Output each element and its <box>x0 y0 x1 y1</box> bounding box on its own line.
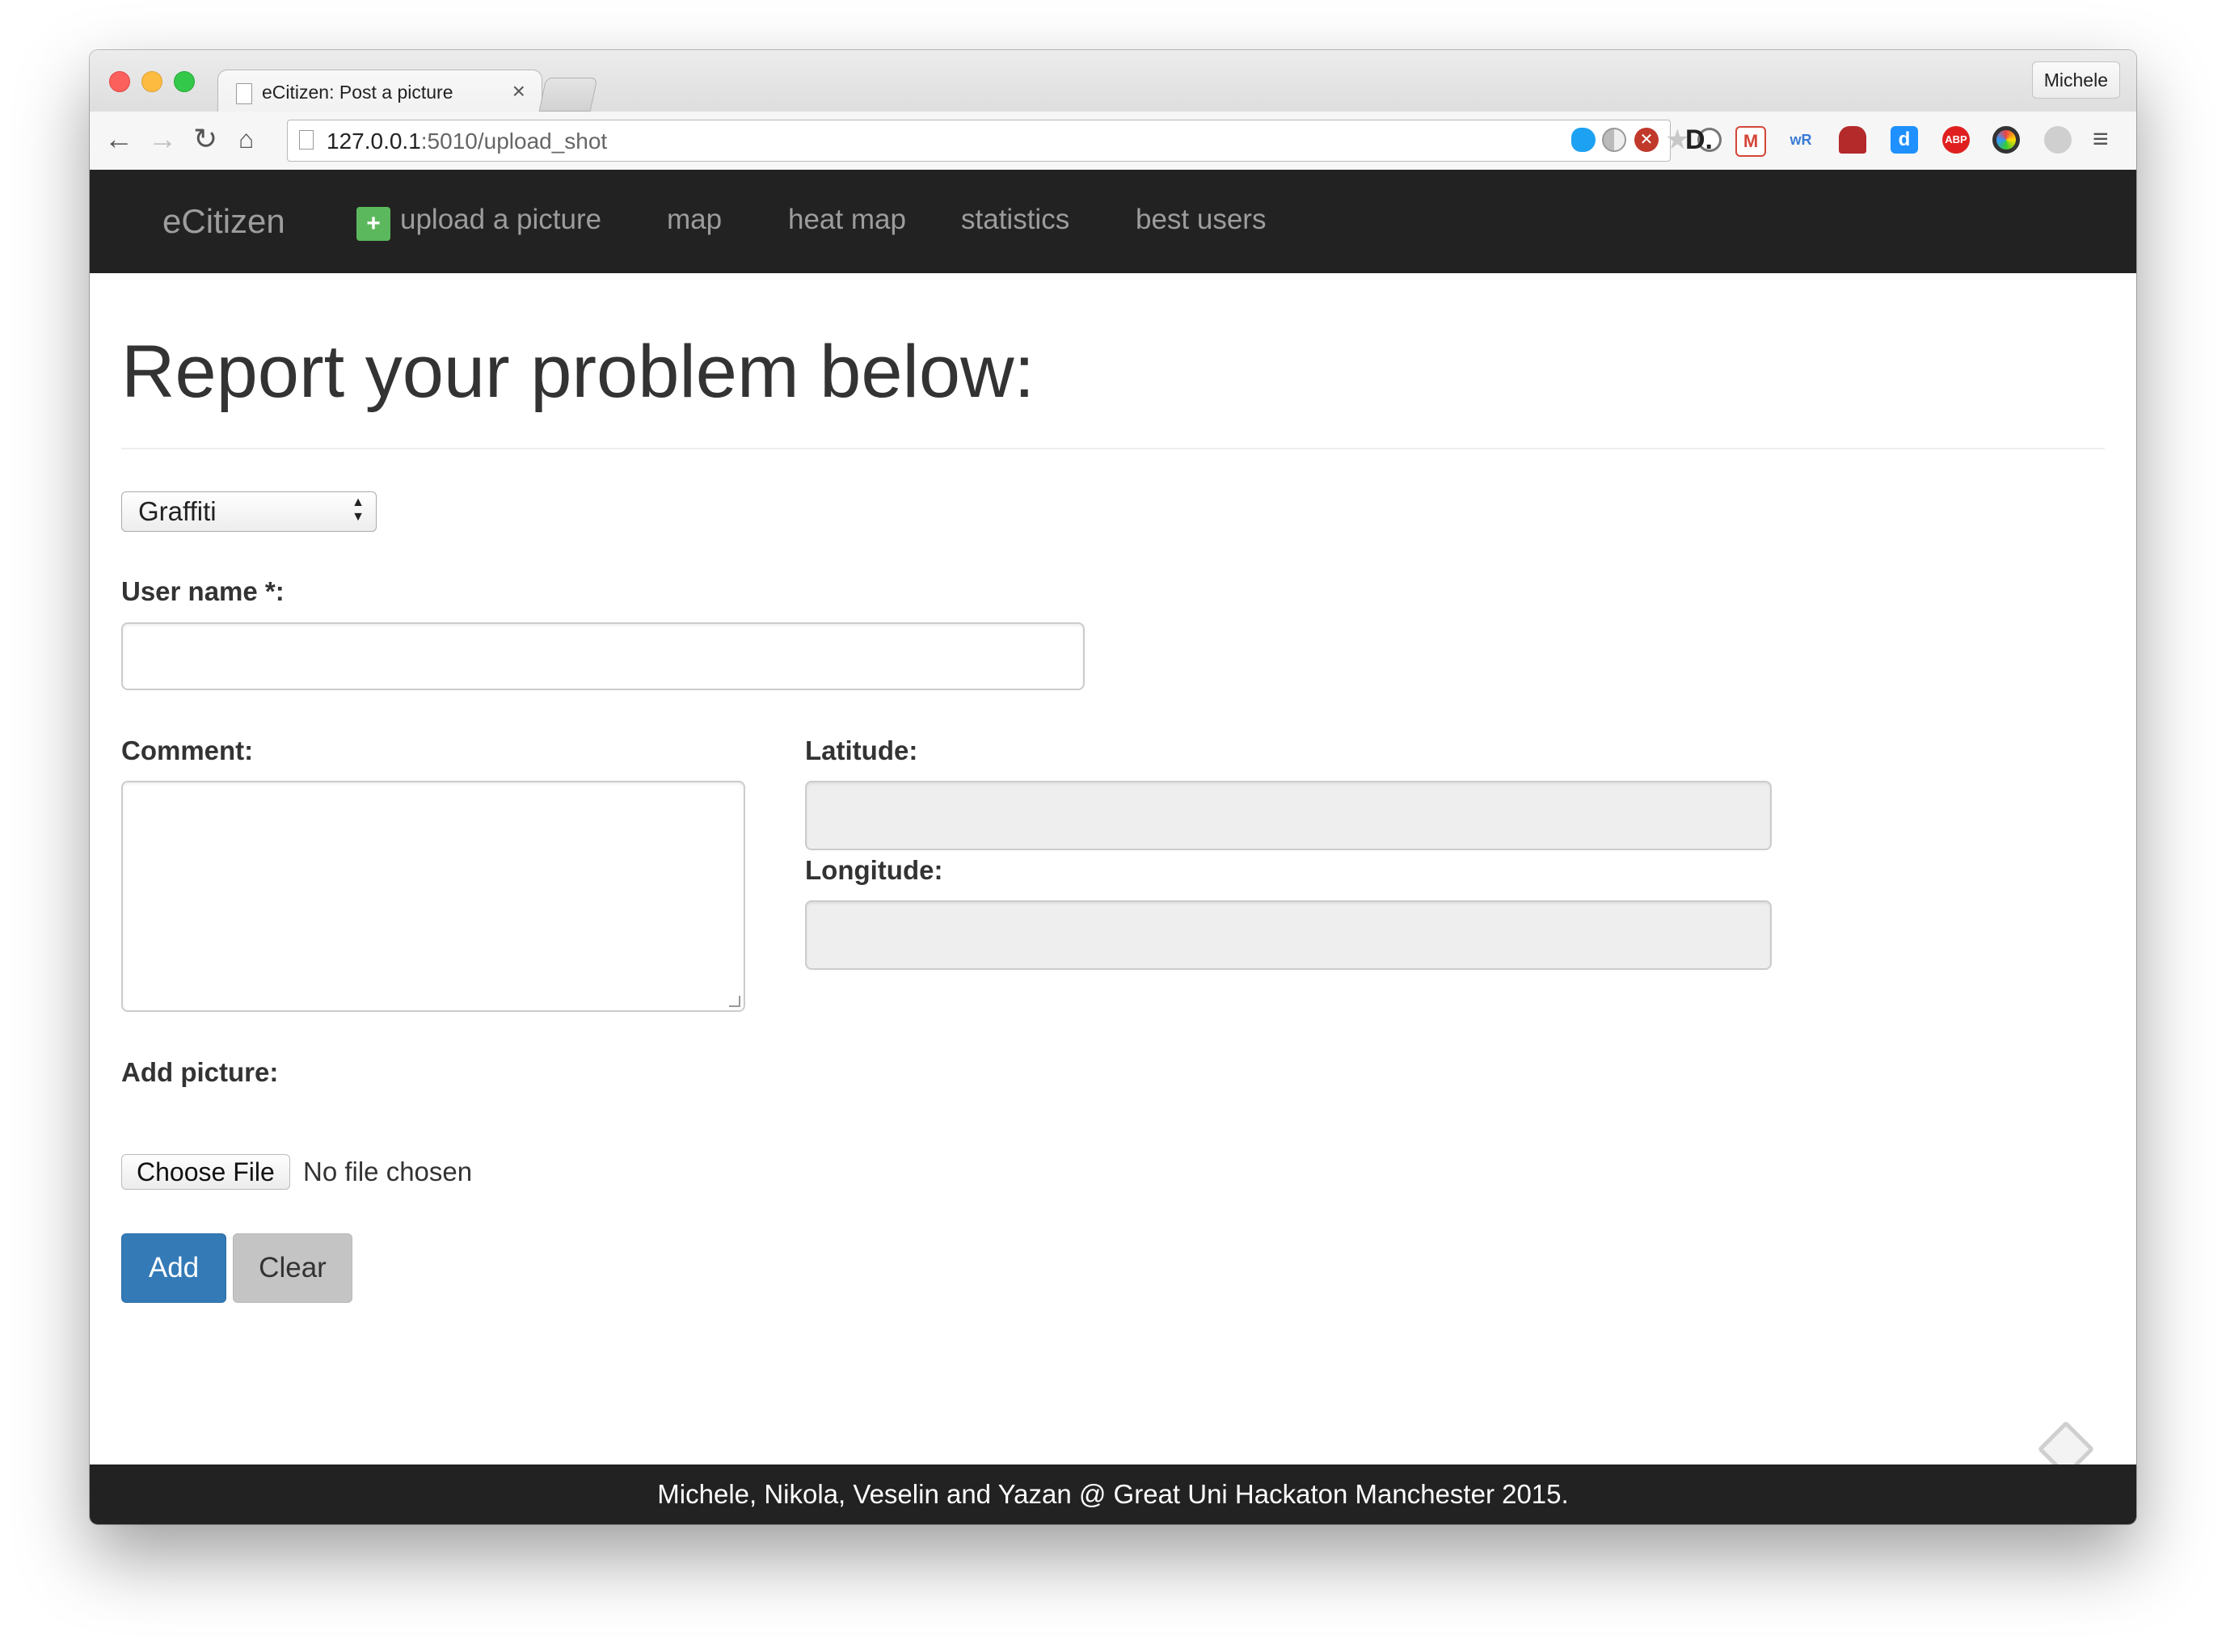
nav-item-best-users[interactable]: best users <box>1136 204 1266 236</box>
site-navbar: eCitizen + upload a picture map heat map… <box>90 170 2136 273</box>
wr-icon[interactable]: wR <box>1787 126 1815 154</box>
longitude-input <box>805 900 1772 970</box>
contrast-icon[interactable] <box>1602 128 1626 152</box>
menu-icon[interactable]: ≡ <box>2093 123 2109 155</box>
d-blue-icon[interactable]: d <box>1891 126 1918 154</box>
sofa-icon[interactable] <box>1839 126 1866 154</box>
file-status: No file chosen <box>303 1157 473 1186</box>
select-arrows-icon: ▲ ▼ <box>352 495 365 524</box>
minimize-window-button[interactable] <box>141 71 162 92</box>
nav-item-map[interactable]: map <box>667 204 722 236</box>
footer: Michele, Nikola, Veselin and Yazan @ Gre… <box>90 1464 2136 1524</box>
tab-close-icon[interactable]: × <box>512 78 525 104</box>
longitude-label: Longitude: <box>805 855 943 885</box>
nav-item-statistics[interactable]: statistics <box>961 204 1069 236</box>
plus-icon: + <box>356 207 390 241</box>
back-icon[interactable]: ← <box>104 123 133 155</box>
address-bar[interactable]: 127.0.0.1:5010/upload_shot ✕ ★ <box>287 120 1722 162</box>
block-icon[interactable]: ✕ <box>1634 128 1659 152</box>
category-select[interactable]: Graffiti ▲ ▼ <box>121 491 377 532</box>
home-icon[interactable]: ⌂ <box>238 123 254 155</box>
choose-file-button[interactable]: Choose File <box>121 1154 290 1190</box>
comment-textarea[interactable] <box>121 781 745 1012</box>
page-icon <box>299 130 314 150</box>
brand-link[interactable]: eCitizen <box>162 202 285 241</box>
comment-label: Comment: <box>121 735 254 765</box>
url-text[interactable]: 127.0.0.1:5010/upload_shot <box>327 129 607 154</box>
nav-item-heat-map[interactable]: heat map <box>788 204 906 236</box>
picture-label: Add picture: <box>121 1057 279 1087</box>
main-content: Report your problem below: Graffiti ▲ ▼ U… <box>90 273 2136 1515</box>
username-label: User name *: <box>121 576 285 606</box>
add-button[interactable]: Add <box>121 1233 226 1303</box>
resize-handle-icon[interactable] <box>729 996 740 1007</box>
browser-toolbar: ← → ↻ ⌂ 127.0.0.1:5010/upload_shot ✕ ★ D… <box>90 112 2136 171</box>
circle-icon[interactable] <box>1992 126 2020 154</box>
clear-button[interactable]: Clear <box>233 1233 352 1303</box>
tab-title: eCitizen: Post a picture <box>262 82 453 103</box>
username-input[interactable] <box>121 622 1085 690</box>
divider <box>121 448 2105 449</box>
zoom-window-button[interactable] <box>174 71 195 92</box>
d-icon[interactable]: D. <box>1685 126 1713 154</box>
latitude-input <box>805 781 1772 850</box>
forward-icon[interactable]: → <box>148 123 177 155</box>
new-tab-button[interactable] <box>538 78 598 112</box>
nav-item-upload-label: upload a picture <box>400 204 602 235</box>
title-bar: eCitizen: Post a picture × Michele <box>90 50 2136 114</box>
page-title: Report your problem below: <box>121 331 1035 413</box>
page-icon <box>236 83 252 104</box>
twitter-icon[interactable] <box>1571 128 1596 152</box>
browser-tab[interactable]: eCitizen: Post a picture × <box>217 70 542 114</box>
browser-window: eCitizen: Post a picture × Michele ← → ↻… <box>90 50 2136 1524</box>
latitude-label: Latitude: <box>805 735 918 765</box>
category-select-value: Graffiti <box>138 496 217 526</box>
reload-icon[interactable]: ↻ <box>193 123 217 155</box>
profile-button[interactable]: Michele <box>2031 61 2120 99</box>
chat-icon[interactable] <box>2044 126 2072 154</box>
close-window-button[interactable] <box>109 71 130 92</box>
gmail-icon[interactable]: M <box>1735 126 1766 157</box>
abp-icon[interactable]: ABP <box>1942 126 1970 154</box>
